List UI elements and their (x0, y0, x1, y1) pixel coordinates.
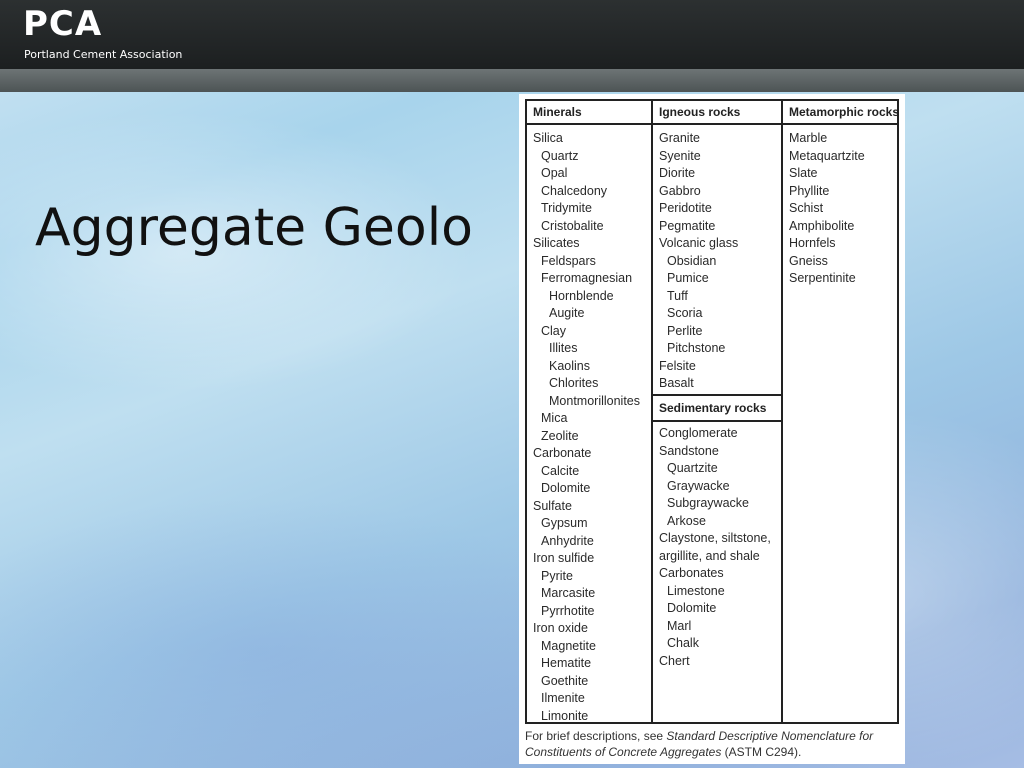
sedimentary-item: Marl (667, 618, 692, 633)
sedimentary-item: Subgraywacke (667, 496, 749, 510)
igneous-item: Felsite (659, 358, 696, 373)
minerals-item: Dolomite (541, 481, 591, 495)
igneous-list: Granite Syenite Diorite Gabbro Peridotite Peg… (653, 125, 781, 393)
minerals-item: Carbonate (533, 446, 592, 460)
header-bar: PCA Portland Cement Association (0, 0, 1024, 69)
igneous-item: Volcanic glass (659, 236, 739, 250)
minerals-item: Illites (549, 341, 578, 355)
igneous-item: Perlite (667, 323, 703, 338)
header-band (0, 69, 1024, 92)
sedimentary-item: Claystone, siltstone, (659, 531, 771, 545)
metamorphic-item: Gneiss (789, 253, 828, 268)
minerals-item: Mica (541, 411, 568, 425)
minerals-item: Quartz (541, 148, 579, 163)
minerals-header: Minerals (527, 101, 651, 125)
igneous-item: Diorite (659, 166, 696, 180)
metamorphic-item: Hornfels (789, 236, 836, 250)
igneous-item: Gabbro (659, 183, 701, 198)
igneous-item: Tuff (667, 288, 688, 303)
minerals-item: Ilmenite (541, 691, 585, 705)
metamorphic-item: Serpentinite (789, 271, 856, 285)
sedimentary-item: Quartzite (667, 461, 718, 475)
footnote-suffix: (ASTM C294). (721, 745, 802, 759)
igneous-item: Pumice (667, 271, 709, 285)
minerals-item: Limonite (541, 708, 589, 723)
minerals-item: Chlorites (549, 376, 599, 390)
metamorphic-column: Metamorphic rocks Marble Metaquartzite Sla… (783, 101, 899, 722)
minerals-item: Tridymite (541, 201, 592, 215)
igneous-item: Granite (659, 131, 700, 145)
metamorphic-item: Slate (789, 166, 818, 180)
minerals-item: Calcite (541, 463, 580, 478)
igneous-item: Scoria (667, 306, 703, 320)
minerals-item: Montmorillonites (549, 393, 641, 408)
minerals-item: Pyrite (541, 568, 573, 583)
sedimentary-list: Conglomerate Sandstone Quartzite Graywacke S… (653, 425, 771, 670)
igneous-item: Pitchstone (667, 341, 726, 355)
minerals-item: Kaolins (549, 358, 590, 373)
sedimentary-item: Chert (659, 653, 690, 668)
minerals-list: Silica Quartz Opal Chalcedony Tridymite Crist… (527, 125, 651, 725)
minerals-column: Minerals Silica Quartz Opal Chalcedony Tridy… (527, 101, 653, 725)
sedimentary-item: Graywacke (667, 478, 730, 493)
minerals-item: Anhydrite (541, 533, 594, 548)
metamorphic-item: Metaquartzite (789, 148, 865, 163)
minerals-item: Marcasite (541, 586, 596, 600)
minerals-item: Cristobalite (541, 218, 604, 233)
igneous-item: Obsidian (667, 253, 717, 268)
slide-title: Aggregate Geolo (35, 198, 473, 258)
sedimentary-header-cell: Sedimentary rocks (653, 394, 781, 422)
igneous-item: Peridotite (659, 201, 712, 215)
sedimentary-item: argillite, and shale (659, 548, 760, 563)
sedimentary-item: Carbonates (659, 566, 724, 580)
igneous-item: Syenite (659, 148, 701, 163)
pca-logo: PCA (23, 4, 103, 44)
metamorphic-item: Schist (789, 201, 824, 215)
minerals-item: Silica (533, 131, 563, 145)
classification-table: Minerals Silica Quartz Opal Chalcedony Tridy… (525, 99, 899, 724)
sedimentary-item: Chalk (667, 636, 699, 650)
metamorphic-item: Amphibolite (789, 218, 855, 233)
minerals-item: Silicates (533, 236, 580, 250)
minerals-item: Gypsum (541, 516, 588, 530)
minerals-item: Hematite (541, 656, 592, 670)
igneous-header: Igneous rocks (653, 101, 781, 125)
minerals-item: Opal (541, 166, 568, 180)
metamorphic-item: Marble (789, 131, 828, 145)
sedimentary-item: Conglomerate (659, 426, 738, 440)
pca-logo-subtext: Portland Cement Association (24, 48, 183, 61)
minerals-item: Pyrrhotite (541, 603, 595, 618)
minerals-item: Feldspars (541, 253, 596, 268)
igneous-item: Basalt (659, 376, 694, 390)
minerals-item: Ferromagnesian (541, 271, 633, 285)
igneous-item: Pegmatite (659, 218, 716, 233)
minerals-item: Sulfate (533, 498, 572, 513)
metamorphic-header: Metamorphic rocks (783, 101, 899, 125)
footnote-prefix: For brief descriptions, see (525, 729, 667, 743)
classification-figure: Minerals Silica Quartz Opal Chalcedony Tridy… (519, 94, 905, 764)
sedimentary-item: Limestone (667, 583, 725, 598)
minerals-item: Augite (549, 306, 585, 320)
sedimentary-item: Sandstone (659, 443, 719, 458)
minerals-item: Chalcedony (541, 183, 608, 198)
minerals-item: Clay (541, 323, 567, 338)
minerals-item: Magnetite (541, 638, 596, 653)
minerals-item: Zeolite (541, 428, 579, 443)
sedimentary-header: Sedimentary rocks (653, 396, 781, 422)
footnote: For brief descriptions, see Standard Des… (525, 728, 899, 760)
minerals-item: Iron oxide (533, 621, 588, 635)
sedimentary-item: Arkose (667, 513, 706, 528)
minerals-item: Iron sulfide (533, 551, 595, 565)
minerals-item: Hornblende (549, 288, 614, 303)
metamorphic-list: Marble Metaquartzite Slate Phyllite Schist Am… (783, 125, 897, 288)
sedimentary-item: Dolomite (667, 601, 717, 615)
rocks-column: Igneous rocks Granite Syenite Diorite Gabbr… (653, 101, 783, 722)
minerals-item: Goethite (541, 673, 589, 688)
metamorphic-item: Phyllite (789, 183, 830, 198)
